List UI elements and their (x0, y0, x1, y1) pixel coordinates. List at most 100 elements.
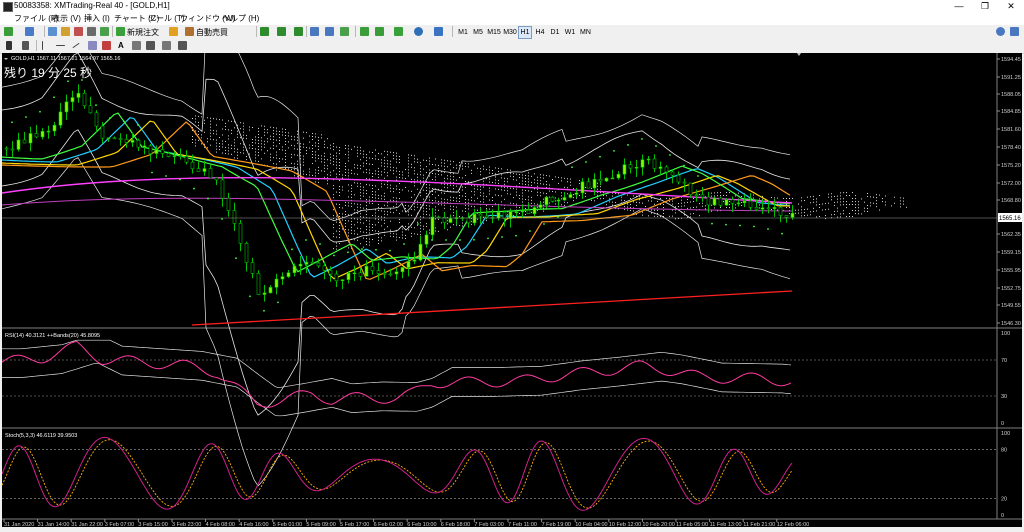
candle-body (376, 270, 381, 274)
fibonacci-icon[interactable] (102, 41, 111, 50)
close-button[interactable]: ✕ (998, 0, 1024, 12)
candle-body (424, 234, 429, 245)
candle-body (214, 177, 219, 181)
line-chart-icon[interactable] (294, 27, 303, 36)
search-icon[interactable] (996, 27, 1005, 36)
auto-trading-button[interactable]: 自動売買 (196, 27, 228, 38)
tile-windows-icon[interactable] (340, 27, 349, 36)
candle-body (334, 273, 339, 282)
timeframe-h1[interactable]: H1 (518, 26, 532, 39)
bar-chart-icon[interactable] (260, 27, 269, 36)
timeframe-m5[interactable]: M5 (471, 26, 485, 39)
cursor-icon[interactable] (6, 41, 12, 50)
stoch-main-line (1, 436, 793, 511)
candle-body (700, 194, 705, 198)
label-icon[interactable] (132, 41, 141, 50)
candle-body (28, 133, 33, 144)
candlestick-icon[interactable] (277, 27, 286, 36)
candle-body (562, 197, 567, 201)
auto-trading-icon[interactable] (185, 27, 194, 36)
menu-tools[interactable]: ツール (T) (148, 13, 184, 24)
candle-body (640, 159, 645, 168)
timeframe-mn[interactable]: MN (578, 26, 593, 39)
candle-body (166, 153, 171, 157)
price-axis-label: 1546.30 (1001, 321, 1021, 327)
candle-body (724, 199, 729, 206)
zoom-in-icon[interactable] (310, 27, 319, 36)
shapes-icon[interactable] (146, 41, 155, 50)
timeframe-h4[interactable]: H4 (533, 26, 547, 39)
menu-view[interactable]: 表示 (V) (52, 13, 81, 24)
candle-body (400, 267, 405, 273)
candle-body (688, 182, 693, 195)
new-order-icon[interactable] (116, 27, 125, 36)
rsi-header: RSI(14) 40.3121 ++Bands(20) 45.8095 (5, 333, 100, 339)
stoch-level-label: 80 (1001, 447, 1007, 453)
candle-body (256, 273, 261, 295)
candle-body (502, 211, 507, 219)
zoom-out-icon[interactable] (325, 27, 334, 36)
candle-body (286, 272, 291, 277)
horizontal-line-icon[interactable] (56, 45, 65, 46)
tester-icon[interactable] (100, 27, 109, 36)
new-chart-icon[interactable] (4, 27, 13, 36)
maximize-button[interactable]: ❐ (972, 0, 998, 12)
candle-body (184, 156, 189, 163)
candle-body (226, 197, 231, 211)
channel-icon[interactable] (88, 41, 97, 50)
more-tools-icon[interactable] (178, 41, 187, 50)
candle-body (622, 164, 627, 175)
candle-body (790, 212, 795, 218)
candle-body (208, 168, 213, 179)
menu-bar: ファイル (F) 表示 (V) 挿入 (I) チャート (C) ツール (T) … (0, 12, 1024, 25)
candle-body (106, 137, 111, 140)
minimize-button[interactable]: — (946, 0, 972, 12)
periods-icon[interactable] (414, 27, 423, 36)
vertical-line-icon[interactable] (42, 41, 43, 50)
candle-body (754, 207, 759, 210)
candle-body (370, 265, 375, 271)
chart-shift-icon[interactable] (375, 27, 384, 36)
timeframe-w1[interactable]: W1 (563, 26, 577, 39)
candle-body (598, 178, 603, 182)
metaeditor-icon[interactable] (169, 27, 178, 36)
candle-body (250, 262, 255, 274)
market-watch-icon[interactable] (48, 27, 57, 36)
autoscroll-icon[interactable] (360, 27, 369, 36)
indicators-icon[interactable] (394, 27, 403, 36)
menu-insert[interactable]: 挿入 (I) (84, 13, 110, 24)
menu-help[interactable]: ヘルプ (H) (222, 13, 259, 24)
trendline-icon[interactable] (72, 42, 80, 49)
navigator-icon[interactable] (74, 27, 83, 36)
gold-h1-chart[interactable]: 1565.16 1594.45 1591.25 1588.05 1584.85 1581.… (1, 18, 1022, 528)
candle-body (352, 272, 357, 275)
templates-icon[interactable] (434, 27, 443, 36)
candle-body (706, 196, 711, 206)
terminal-icon[interactable] (87, 27, 96, 36)
arrows-icon[interactable] (162, 41, 171, 50)
candle-body (466, 217, 471, 224)
main-toolbar: 新規注文 自動売買 M1 M5 M15 M30 H1 H4 D1 W1 MN (0, 25, 1024, 40)
chart-window[interactable]: 1565.16 1594.45 1591.25 1588.05 1584.85 1581.… (1, 18, 1022, 528)
text-tool[interactable]: A (118, 41, 124, 50)
timeframe-m15[interactable]: M15 (486, 26, 502, 39)
candle-body (40, 130, 45, 138)
candle-body (526, 210, 531, 214)
price-axis-label: 1578.40 (1001, 145, 1021, 151)
timeframe-m1[interactable]: M1 (456, 26, 470, 39)
candle-body (358, 272, 363, 277)
crosshair-icon[interactable] (22, 41, 29, 50)
candle-body (292, 265, 297, 274)
new-order-button[interactable]: 新規注文 (127, 27, 159, 38)
candle-body (412, 259, 417, 262)
chat-icon[interactable] (1010, 27, 1019, 36)
data-window-icon[interactable] (61, 27, 70, 36)
price-axis-label: 1575.20 (1001, 163, 1021, 169)
candle-body (16, 139, 21, 150)
timeframe-m30[interactable]: M30 (502, 26, 518, 39)
profiles-icon[interactable] (25, 27, 34, 36)
timeframe-d1[interactable]: D1 (548, 26, 562, 39)
price-axis-label: 1552.75 (1001, 286, 1021, 292)
price-axis-label: 1549.55 (1001, 303, 1021, 309)
candle-body (472, 213, 477, 224)
